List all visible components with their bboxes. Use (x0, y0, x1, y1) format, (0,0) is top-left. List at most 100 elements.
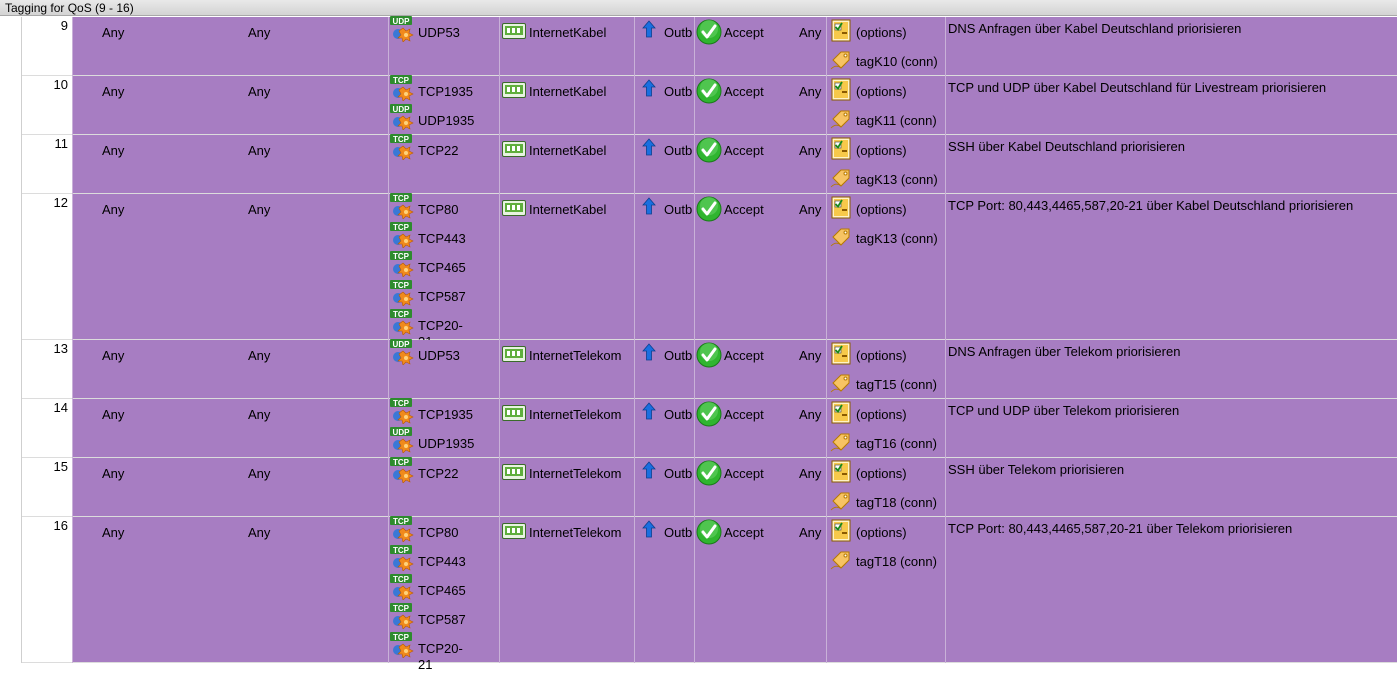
comment-cell[interactable]: TCP Port: 80,443,4465,587,20-21 über Kab… (948, 198, 1353, 214)
direction-cell[interactable]: Outb (664, 84, 692, 100)
rule-row[interactable]: 14 Any Any TCP TCP1935 UDP UDP1935 InternetTele… (22, 398, 1397, 458)
action-cell[interactable]: Accept (724, 25, 764, 41)
options-cell[interactable]: (options) (856, 525, 907, 541)
action-cell[interactable]: Accept (724, 407, 764, 423)
rule-row[interactable]: 13 Any Any UDP UDP53 InternetTelekom Outb Accep… (22, 339, 1397, 399)
direction-cell[interactable]: Outb (664, 143, 692, 159)
time-cell[interactable]: Any (799, 143, 821, 159)
comment-cell[interactable]: DNS Anfragen über Telekom priorisieren (948, 344, 1180, 360)
svg-text:TCP: TCP (393, 399, 410, 408)
action-cell[interactable]: Accept (724, 143, 764, 159)
rule-row[interactable]: 9 Any Any UDP UDP53 InternetKabel Outb Accept An… (22, 16, 1397, 76)
direction-cell[interactable]: Outb (664, 525, 692, 541)
source-cell[interactable]: Any (102, 525, 124, 541)
destination-cell[interactable]: Any (248, 202, 270, 218)
interface-cell[interactable]: InternetKabel (529, 202, 606, 218)
network-interface-icon (502, 140, 526, 161)
comment-cell[interactable]: TCP Port: 80,443,4465,587,20-21 über Tel… (948, 521, 1292, 537)
service-label: UDP53 (418, 25, 460, 40)
interface-cell[interactable]: InternetTelekom (529, 466, 622, 482)
comment-cell[interactable]: SSH über Telekom priorisieren (948, 462, 1124, 478)
destination-cell[interactable]: Any (248, 348, 270, 364)
interface-cell[interactable]: InternetKabel (529, 84, 606, 100)
rule-row[interactable]: 16 Any Any TCP TCP80 TCP TCP443 TCP TCP465 TCP TCP… (22, 516, 1397, 672)
rule-row[interactable]: 12 Any Any TCP TCP80 TCP TCP443 TCP TCP465 TCP TCP… (22, 193, 1397, 349)
source-cell[interactable]: Any (102, 466, 124, 482)
action-cell[interactable]: Accept (724, 84, 764, 100)
time-cell[interactable]: Any (799, 466, 821, 482)
direction-cell[interactable]: Outb (664, 202, 692, 218)
destination-cell[interactable]: Any (248, 143, 270, 159)
direction-cell[interactable]: Outb (664, 348, 692, 364)
direction-cell[interactable]: Outb (664, 407, 692, 423)
tag-cell[interactable]: tagK13 (conn) (856, 231, 938, 247)
options-cell[interactable]: (options) (856, 466, 907, 482)
source-cell[interactable]: Any (102, 25, 124, 41)
options-cell[interactable]: (options) (856, 348, 907, 364)
rule-row[interactable]: 15 Any Any TCP TCP22 InternetTelekom Outb Accep… (22, 457, 1397, 517)
direction-cell[interactable]: Outb (664, 25, 692, 41)
up-arrow-icon (642, 79, 656, 100)
time-cell[interactable]: Any (799, 84, 821, 100)
network-interface-icon (502, 463, 526, 484)
tag-cell[interactable]: tagK10 (conn) (856, 54, 938, 70)
tag-cell[interactable]: tagK13 (conn) (856, 172, 938, 188)
source-cell[interactable]: Any (102, 348, 124, 364)
options-cell[interactable]: (options) (856, 84, 907, 100)
time-cell[interactable]: Any (799, 348, 821, 364)
direction-cell[interactable]: Outb (664, 466, 692, 482)
tcp-service-icon: TCP (390, 134, 415, 161)
tag-cell[interactable]: tagT18 (conn) (856, 554, 937, 570)
tag-cell[interactable]: tagT15 (conn) (856, 377, 937, 393)
time-cell[interactable]: Any (799, 525, 821, 541)
time-cell[interactable]: Any (799, 25, 821, 41)
tag-cell[interactable]: tagT16 (conn) (856, 436, 937, 452)
network-interface-icon (502, 81, 526, 102)
tag-cell[interactable]: tagK11 (conn) (856, 113, 937, 129)
source-cell[interactable]: Any (102, 143, 124, 159)
interface-cell[interactable]: InternetTelekom (529, 407, 622, 423)
action-cell[interactable]: Accept (724, 348, 764, 364)
options-cell[interactable]: (options) (856, 25, 907, 41)
destination-cell[interactable]: Any (248, 407, 270, 423)
rule-cells: Any Any TCP TCP1935 UDP UDP1935 InternetTeleko… (72, 398, 1397, 457)
interface-cell[interactable]: InternetTelekom (529, 348, 622, 364)
action-cell[interactable]: Accept (724, 466, 764, 482)
interface-cell[interactable]: InternetKabel (529, 143, 606, 159)
column-divider (826, 17, 827, 663)
interface-cell[interactable]: InternetKabel (529, 25, 606, 41)
green-check-icon (696, 460, 722, 489)
tcp-service-icon: TCP (390, 222, 415, 249)
options-cell[interactable]: (options) (856, 143, 907, 159)
options-checklist-icon (830, 518, 852, 545)
destination-cell[interactable]: Any (248, 25, 270, 41)
time-cell[interactable]: Any (799, 202, 821, 218)
group-title: Tagging for QoS (9 - 16) (5, 1, 134, 15)
source-cell[interactable]: Any (102, 84, 124, 100)
source-cell[interactable]: Any (102, 407, 124, 423)
green-check-icon (696, 19, 722, 48)
action-cell[interactable]: Accept (724, 525, 764, 541)
time-cell[interactable]: Any (799, 407, 821, 423)
action-cell[interactable]: Accept (724, 202, 764, 218)
group-header[interactable]: Tagging for QoS (9 - 16) (0, 0, 1397, 16)
rule-cells: Any Any TCP TCP22 InternetTelekom Outb Accept A… (72, 457, 1397, 516)
options-cell[interactable]: (options) (856, 202, 907, 218)
comment-cell[interactable]: SSH über Kabel Deutschland priorisieren (948, 139, 1185, 155)
comment-cell[interactable]: DNS Anfragen über Kabel Deutschland prio… (948, 21, 1241, 37)
svg-text:TCP: TCP (393, 76, 410, 85)
rule-row[interactable]: 11 Any Any TCP TCP22 InternetKabel Outb Accept A… (22, 134, 1397, 194)
options-cell[interactable]: (options) (856, 407, 907, 423)
destination-cell[interactable]: Any (248, 525, 270, 541)
interface-cell[interactable]: InternetTelekom (529, 525, 622, 541)
destination-cell[interactable]: Any (248, 466, 270, 482)
comment-cell[interactable]: TCP und UDP über Telekom priorisieren (948, 403, 1179, 419)
rule-row[interactable]: 10 Any Any TCP TCP1935 UDP UDP1935 InternetKabe… (22, 75, 1397, 135)
price-tag-icon (830, 226, 852, 251)
comment-cell[interactable]: TCP und UDP über Kabel Deutschland für L… (948, 80, 1326, 96)
source-cell[interactable]: Any (102, 202, 124, 218)
tag-cell[interactable]: tagT18 (conn) (856, 495, 937, 511)
destination-cell[interactable]: Any (248, 84, 270, 100)
options-checklist-icon (830, 459, 852, 486)
service-label: TCP80 (418, 525, 459, 540)
